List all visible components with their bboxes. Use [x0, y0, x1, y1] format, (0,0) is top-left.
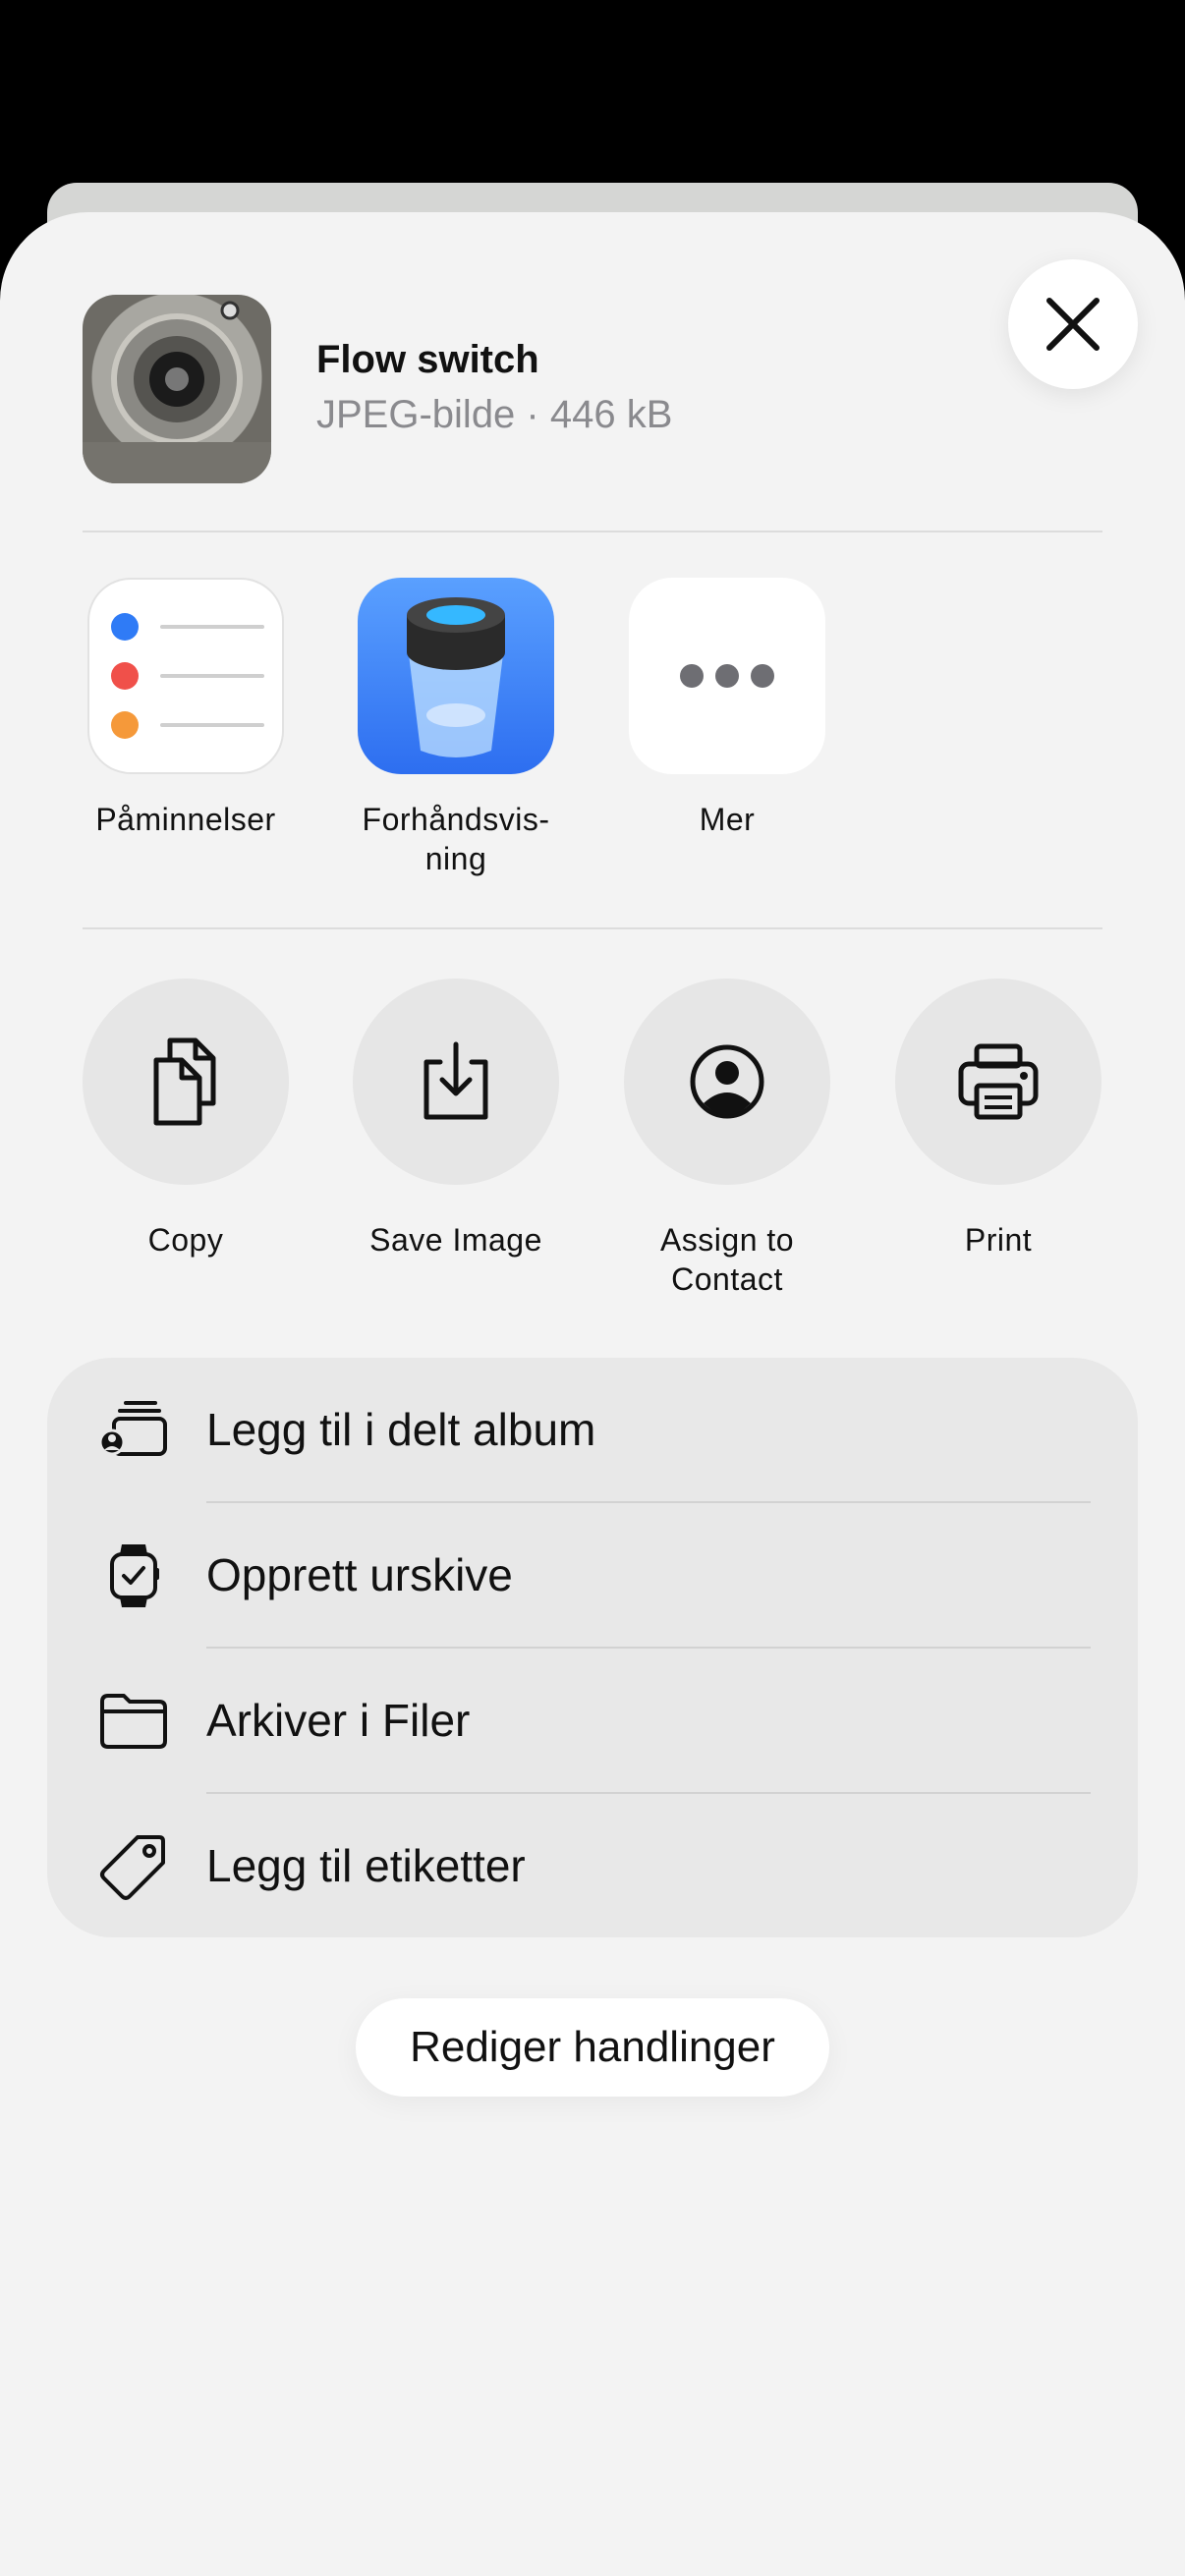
flow-switch-photo [83, 301, 271, 483]
list-item-label: Legg til etiketter [206, 1840, 526, 1891]
list-item-save-to-files[interactable]: Arkiver i Filer [47, 1649, 1138, 1794]
save-image-icon [423, 1041, 488, 1120]
action-label: Copy [147, 1222, 224, 1258]
image-thumbnail [83, 295, 271, 483]
shared-album-icon [98, 1395, 169, 1466]
action-copy[interactable]: Copy [63, 979, 309, 1260]
share-sheet: Flow switch JPEG-bilde · 446 kB Påminnel… [0, 212, 1185, 2576]
save-image-button[interactable] [353, 979, 559, 1185]
action-save-image[interactable]: Save Image [333, 979, 579, 1260]
printer-icon [958, 1043, 1039, 1120]
action-label: Print [964, 1222, 1033, 1258]
app-label: Forhåndsvis- ning [362, 802, 550, 876]
action-assign-contact[interactable]: Assign to Contact [604, 979, 850, 1299]
assign-contact-button[interactable] [624, 979, 830, 1185]
copy-icon [153, 1037, 216, 1126]
copy-button[interactable] [83, 979, 289, 1185]
close-icon [1046, 298, 1100, 351]
file-title: Flow switch [316, 338, 539, 381]
actions-list: Legg til i delt album Opprett urskive Ar… [47, 1358, 1138, 1937]
divider [83, 531, 1102, 532]
preview-app-icon [358, 578, 554, 774]
list-item-watch-face[interactable]: Opprett urskive [47, 1503, 1138, 1649]
app-more[interactable]: Mer [604, 578, 850, 839]
close-button[interactable] [1008, 259, 1138, 389]
divider [83, 927, 1102, 929]
watch-icon [98, 1540, 169, 1611]
app-reminders[interactable]: Påminnelser [63, 578, 309, 839]
print-button[interactable] [895, 979, 1101, 1185]
tag-icon [98, 1831, 169, 1902]
folder-icon [98, 1686, 169, 1757]
reminders-app-icon [87, 578, 284, 774]
app-label: Mer [699, 802, 756, 837]
list-item-label: Opprett urskive [206, 1549, 513, 1600]
edit-actions-button[interactable]: Rediger handlinger [356, 1998, 829, 2097]
app-label: Påminnelser [95, 802, 276, 837]
list-item-label: Legg til i delt album [206, 1404, 596, 1455]
action-label: Assign to Contact [659, 1222, 795, 1297]
app-preview[interactable]: Forhåndsvis- ning [333, 578, 579, 878]
list-item-add-tags[interactable]: Legg til etiketter [47, 1794, 1138, 1939]
action-label: Save Image [369, 1222, 542, 1258]
contact-icon [690, 1044, 764, 1119]
action-print[interactable]: Print [875, 979, 1121, 1260]
list-item-label: Arkiver i Filer [206, 1695, 471, 1746]
list-item-shared-album[interactable]: Legg til i delt album [47, 1358, 1138, 1503]
file-subtitle: JPEG-bilde · 446 kB [316, 393, 673, 436]
more-icon [629, 578, 825, 774]
